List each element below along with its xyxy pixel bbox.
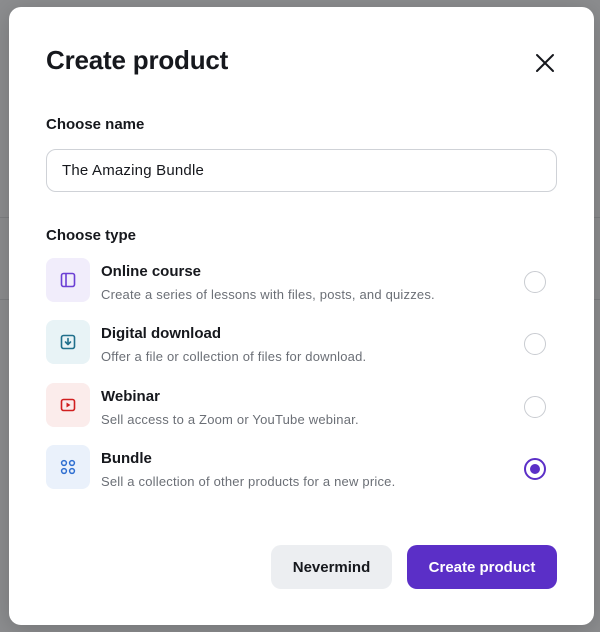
download-icon-tile — [46, 320, 90, 364]
video-play-icon-tile — [46, 383, 90, 427]
close-button[interactable] — [531, 49, 559, 77]
type-description: Sell access to a Zoom or YouTube webinar… — [101, 412, 359, 427]
type-radio[interactable] — [524, 333, 546, 355]
type-description: Sell a collection of other products for … — [101, 474, 396, 489]
type-radio[interactable] — [524, 271, 546, 293]
video-play-icon — [60, 398, 76, 412]
close-icon — [536, 54, 554, 72]
download-icon — [60, 334, 76, 350]
type-title: Bundle — [101, 450, 152, 467]
create-product-modal: Create product Choose name Choose type O… — [9, 7, 594, 625]
choose-name-label: Choose name — [46, 116, 145, 133]
grid-icon — [60, 459, 76, 475]
type-radio[interactable] — [524, 396, 546, 418]
create-product-button[interactable]: Create product — [407, 545, 557, 589]
type-option-bundle[interactable]: Bundle Sell a collection of other produc… — [46, 445, 558, 491]
type-option-online-course[interactable]: Online course Create a series of lessons… — [46, 258, 558, 304]
product-name-input[interactable] — [46, 149, 557, 192]
type-option-digital-download[interactable]: Digital download Offer a file or collect… — [46, 320, 558, 366]
type-description: Offer a file or collection of files for … — [101, 349, 367, 364]
type-title: Online course — [101, 263, 202, 280]
type-option-webinar[interactable]: Webinar Sell access to a Zoom or YouTube… — [46, 383, 558, 429]
grid-icon-tile — [46, 445, 90, 489]
choose-type-label: Choose type — [46, 227, 137, 244]
modal-title: Create product — [46, 45, 229, 75]
type-description: Create a series of lessons with files, p… — [101, 287, 435, 302]
type-radio-selected[interactable] — [524, 458, 546, 480]
type-title: Webinar — [101, 388, 160, 405]
book-icon — [60, 272, 76, 288]
type-title: Digital download — [101, 325, 221, 342]
nevermind-button[interactable]: Nevermind — [271, 545, 392, 589]
book-icon-tile — [46, 258, 90, 302]
